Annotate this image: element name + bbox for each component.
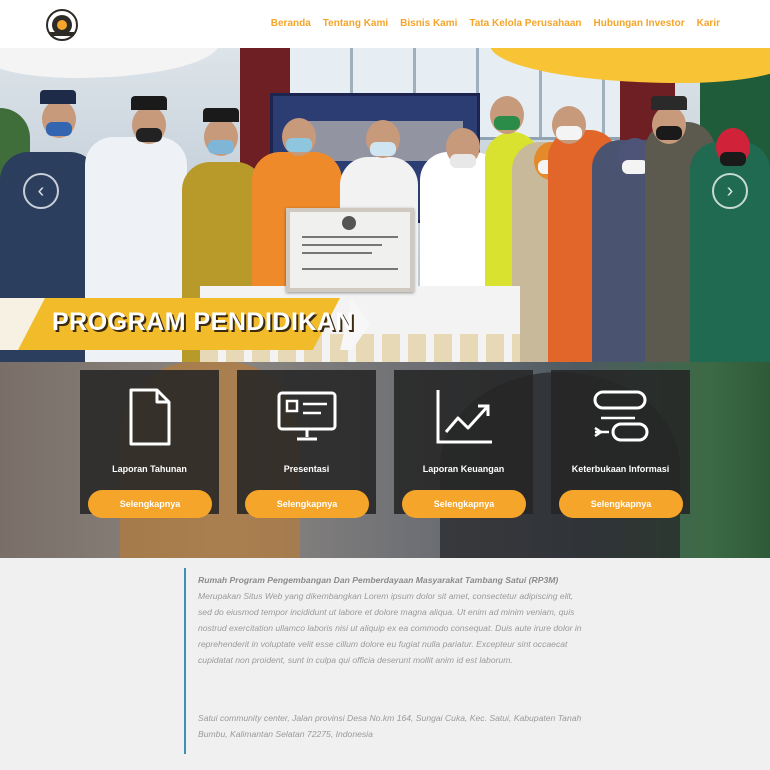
info-body: Merupakan Situs Web yang dikembangkan Lo… [198,591,582,665]
card-label: Laporan Keuangan [422,464,505,474]
navbar: Beranda Tentang Kami Bisnis Kami Tata Ke… [0,0,770,48]
selengkapnya-button[interactable]: Selengkapnya [559,490,683,518]
card-label: Presentasi [283,464,330,474]
info-description: Rumah Program Pengembangan Dan Pemberday… [198,572,588,668]
selengkapnya-button[interactable]: Selengkapnya [402,490,526,518]
card-label: Laporan Tahunan [112,464,187,474]
selengkapnya-button[interactable]: Selengkapnya [88,490,212,518]
card-presentasi: Presentasi Selengkapnya [237,370,376,518]
slider-prev-button[interactable]: ‹ [23,173,59,209]
nav-item-tata-kelola[interactable]: Tata Kelola Perusahaan [469,18,581,29]
card-laporan-keuangan: Laporan Keuangan Selengkapnya [394,370,533,518]
hero-person-mask [46,122,72,136]
program-banner: PROGRAM PENDIDIKAN [0,298,370,350]
hero-person-mask [720,152,746,166]
program-title: PROGRAM PENDIDIKAN [52,308,355,336]
chart-line-icon [432,386,496,448]
nav-item-karir[interactable]: Karir [697,18,720,29]
document-icon [118,386,182,448]
presentation-icon [275,386,339,448]
card-label: Keterbukaan Informasi [571,464,670,474]
hero-plaque [286,208,414,292]
hero-person-mask [494,116,520,130]
switch-icon [589,386,653,448]
info-address: Satui community center, Jalan provinsi D… [198,713,582,739]
hero-person-cap [651,96,687,110]
hero-person-mask [450,154,476,168]
logo-band [50,32,74,36]
plaque-line [302,252,372,254]
hero-person-mask [136,128,162,142]
nav-item-hubungan-investor[interactable]: Hubungan Investor [594,18,685,29]
nav-item-tentang-kami[interactable]: Tentang Kami [323,18,388,29]
hero-person-mask [370,142,396,156]
nav-item-beranda[interactable]: Beranda [271,18,311,29]
hero-person-mask [286,138,312,152]
hero-person-mask [556,126,582,140]
decorative-wave [0,48,220,78]
card-keterbukaan-informasi: Keterbukaan Informasi Selengkapnya [551,370,690,518]
plaque-line [302,244,382,246]
card-laporan-tahunan: Laporan Tahunan Selengkapnya [80,370,219,518]
hero-person-cap [131,96,167,110]
nav-item-bisnis-kami[interactable]: Bisnis Kami [400,18,457,29]
hero-slider: ‹ › PROGRAM PENDIDIKAN [0,48,770,362]
selengkapnya-button[interactable]: Selengkapnya [245,490,369,518]
hero-person-cap [40,90,76,104]
info-title: Rumah Program Pengembangan Dan Pemberday… [198,575,559,585]
info-accent-bar [184,568,186,754]
main-nav: Beranda Tentang Kami Bisnis Kami Tata Ke… [271,18,720,29]
slider-next-button[interactable]: › [712,173,748,209]
hero-person-mask [208,140,234,154]
features-section: Laporan Tahunan Selengkapnya Presentasi … [0,362,770,558]
hero-person-mask [656,126,682,140]
info-section: Rumah Program Pengembangan Dan Pemberday… [0,558,770,770]
plaque-line [302,268,398,270]
chevron-left-icon: ‹ [37,179,45,202]
plaque-logo [342,216,356,230]
hero-person-cap [203,108,239,122]
plaque-line [302,236,398,238]
chevron-right-icon: › [726,179,734,202]
company-logo[interactable] [46,9,78,41]
feature-cards: Laporan Tahunan Selengkapnya Presentasi … [80,370,690,518]
